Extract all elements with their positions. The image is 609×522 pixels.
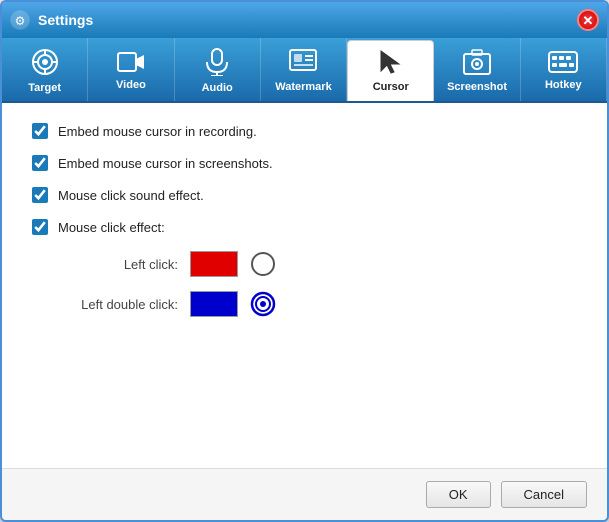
left-double-click-color[interactable] (190, 291, 238, 317)
title-bar-icon: ⚙ (10, 10, 30, 30)
tab-screenshot-label: Screenshot (447, 81, 507, 93)
left-double-click-label: Left double click: (58, 297, 178, 312)
left-click-circle-icon[interactable] (250, 251, 276, 277)
tab-video[interactable]: Video (88, 38, 174, 101)
tab-hotkey[interactable]: Hotkey (521, 38, 607, 101)
checkbox-embed-cursor-screenshots[interactable] (32, 155, 48, 171)
tab-cursor-label: Cursor (373, 81, 409, 93)
tab-video-label: Video (116, 79, 146, 91)
cursor-icon (379, 49, 403, 79)
video-icon (117, 51, 145, 77)
target-icon (31, 48, 59, 80)
checkbox-embed-cursor-recording-label: Embed mouse cursor in recording. (58, 124, 257, 139)
settings-window: ⚙ Settings ✕ Target (0, 0, 609, 522)
audio-icon (205, 48, 229, 80)
cancel-button[interactable]: Cancel (501, 481, 587, 508)
title-bar: ⚙ Settings ✕ (2, 2, 607, 38)
svg-text:⚙: ⚙ (15, 14, 26, 28)
checkbox-embed-cursor-screenshots-label: Embed mouse cursor in screenshots. (58, 156, 273, 171)
tab-watermark[interactable]: Watermark (261, 38, 347, 101)
tab-screenshot[interactable]: Screenshot (434, 38, 520, 101)
tab-bar: Target Video Audio (2, 38, 607, 103)
screenshot-icon (463, 49, 491, 79)
tab-cursor[interactable]: Cursor (347, 40, 434, 101)
window-title: Settings (38, 12, 577, 28)
checkbox-row-embed-screenshots: Embed mouse cursor in screenshots. (32, 155, 577, 171)
checkbox-mouse-click-effect-label: Mouse click effect: (58, 220, 165, 235)
left-double-click-circle-icon[interactable] (250, 291, 276, 317)
tab-hotkey-label: Hotkey (545, 79, 582, 91)
tab-target[interactable]: Target (2, 38, 88, 101)
left-click-color[interactable] (190, 251, 238, 277)
checkbox-row-mouse-effect: Mouse click effect: (32, 219, 577, 235)
tab-audio[interactable]: Audio (175, 38, 261, 101)
tab-audio-label: Audio (202, 82, 233, 94)
watermark-icon (289, 49, 317, 79)
checkbox-row-embed-recording: Embed mouse cursor in recording. (32, 123, 577, 139)
checkbox-mouse-click-effect[interactable] (32, 219, 48, 235)
content-area: Embed mouse cursor in recording. Embed m… (2, 103, 607, 468)
close-button[interactable]: ✕ (577, 9, 599, 31)
checkbox-mouse-click-sound-label: Mouse click sound effect. (58, 188, 204, 203)
tab-watermark-label: Watermark (275, 81, 331, 93)
tab-target-label: Target (28, 82, 61, 94)
left-double-click-row: Left double click: (58, 291, 577, 317)
checkbox-row-mouse-sound: Mouse click sound effect. (32, 187, 577, 203)
hotkey-icon (548, 51, 578, 77)
ok-button[interactable]: OK (426, 481, 491, 508)
left-click-row: Left click: (58, 251, 577, 277)
checkbox-mouse-click-sound[interactable] (32, 187, 48, 203)
left-click-label: Left click: (58, 257, 178, 272)
checkbox-embed-cursor-recording[interactable] (32, 123, 48, 139)
footer: OK Cancel (2, 468, 607, 520)
